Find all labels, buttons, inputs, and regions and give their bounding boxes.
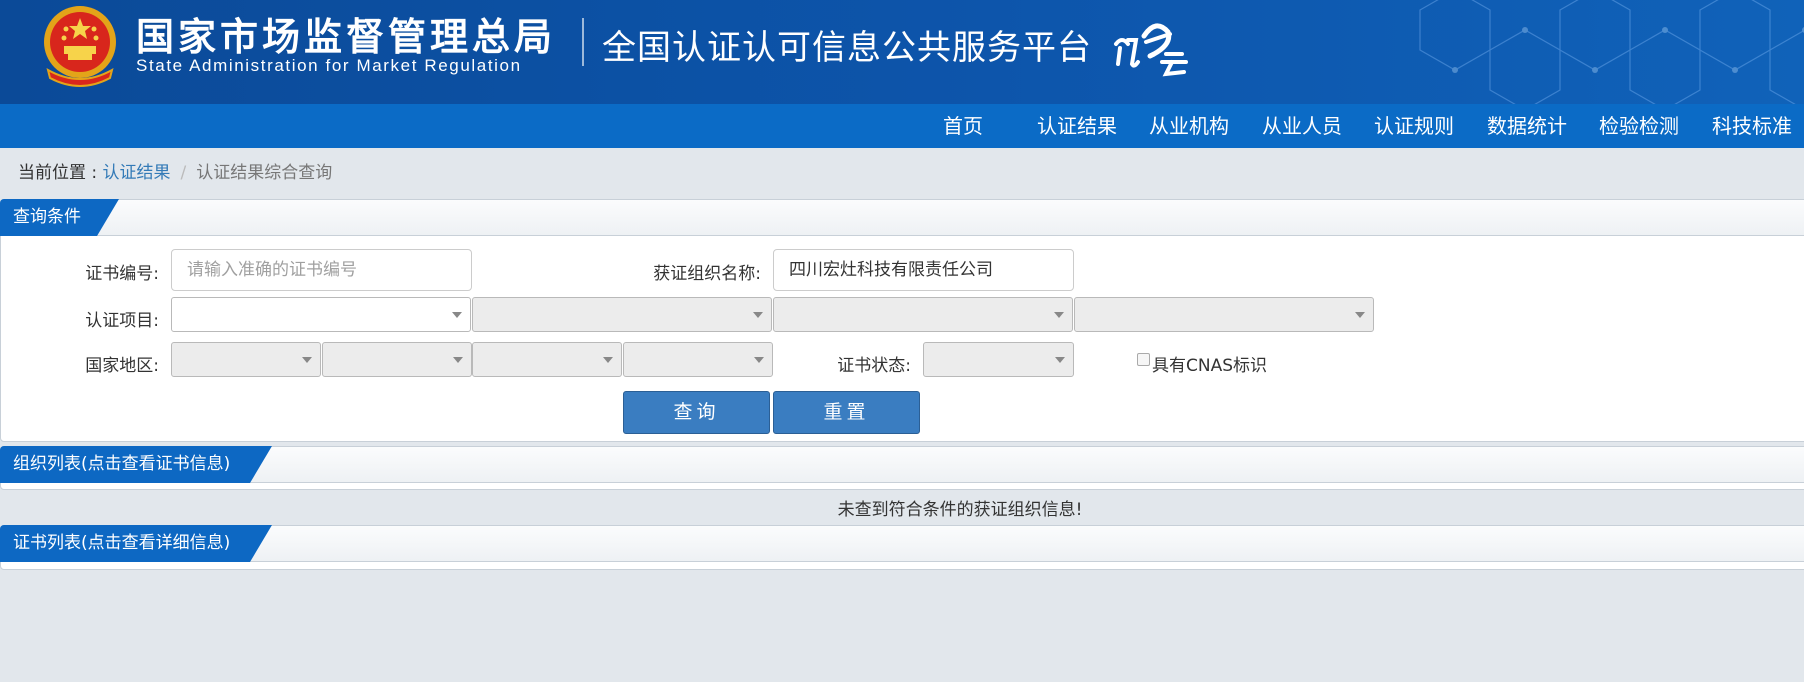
nav-item-standards[interactable]: 科技标准 <box>1712 104 1792 148</box>
hexagon-pattern <box>1419 0 1804 104</box>
query-panel-header: 查询条件 <box>0 199 1804 236</box>
nav-item-home[interactable]: 首页 <box>943 104 983 148</box>
org-list-panel-header: 组织列表(点击查看证书信息) <box>0 446 1804 483</box>
project-select-1[interactable] <box>171 297 471 332</box>
nav-item-cert-results[interactable]: 认证结果 <box>1037 104 1117 148</box>
breadcrumb-current: 认证结果综合查询 <box>196 163 333 183</box>
chevron-down-icon <box>1055 357 1065 363</box>
breadcrumb-link-cert-results[interactable]: 认证结果 <box>103 163 171 183</box>
nav-item-personnel[interactable]: 从业人员 <box>1262 104 1342 148</box>
query-panel: 查询条件 证书编号: 请输入准确的证书编号 获证组织名称: 四川宏灶科技有限责任… <box>0 199 1804 442</box>
chevron-down-icon <box>753 312 763 318</box>
project-select-2[interactable] <box>472 297 772 332</box>
org-name-en: State Administration for Market Regulati… <box>136 56 522 75</box>
breadcrumb-prefix: 当前位置 : <box>18 163 103 183</box>
nav-item-inspection[interactable]: 检验检测 <box>1599 104 1679 148</box>
region-select-4[interactable] <box>623 342 773 377</box>
chevron-down-icon <box>603 357 613 363</box>
region-select-1[interactable] <box>171 342 321 377</box>
national-emblem-logo <box>44 6 116 87</box>
chevron-down-icon <box>452 312 462 318</box>
chevron-down-icon <box>1054 312 1064 318</box>
region-label: 国家地区: <box>85 356 159 376</box>
org-name-cn: 国家市场监督管理总局 <box>136 15 557 59</box>
platform-title: 全国认证认可信息公共服务平台 <box>602 28 1092 68</box>
search-button[interactable]: 查询 <box>623 391 770 434</box>
breadcrumb-separator: / <box>180 163 187 183</box>
org-list-panel: 组织列表(点击查看证书信息) <box>0 446 1804 490</box>
nav-item-statistics[interactable]: 数据统计 <box>1487 104 1567 148</box>
header-divider <box>582 18 584 66</box>
chevron-down-icon <box>453 357 463 363</box>
main-nav: 首页 认证结果 从业机构 从业人员 认证规则 数据统计 检验检测 科技标准 <box>0 104 1804 148</box>
chevron-down-icon <box>1355 312 1365 318</box>
org-list-empty-message: 未查到符合条件的获证组织信息! <box>837 500 1083 520</box>
status-label: 证书状态: <box>837 356 911 376</box>
chevron-down-icon <box>754 357 764 363</box>
query-panel-title: 查询条件 <box>0 199 119 236</box>
cnas-checkbox[interactable] <box>1137 353 1150 366</box>
chevron-down-icon <box>302 357 312 363</box>
cert-list-panel-header: 证书列表(点击查看详细信息) <box>0 525 1804 562</box>
project-select-4[interactable] <box>1074 297 1374 332</box>
cert-list-panel-title: 证书列表(点击查看详细信息) <box>0 525 272 562</box>
nav-item-institutions[interactable]: 从业机构 <box>1149 104 1229 148</box>
renyun-logo <box>1114 23 1188 77</box>
cert-no-label: 证书编号: <box>85 264 159 284</box>
nav-item-cert-rules[interactable]: 认证规则 <box>1374 104 1454 148</box>
org-list-panel-title: 组织列表(点击查看证书信息) <box>0 446 272 483</box>
site-header: 国家市场监督管理总局 State Administration for Mark… <box>0 0 1804 104</box>
cert-no-input[interactable]: 请输入准确的证书编号 <box>171 249 472 291</box>
project-label: 认证项目: <box>85 311 159 331</box>
region-select-3[interactable] <box>472 342 622 377</box>
status-select[interactable] <box>923 342 1074 377</box>
cnas-label: 具有CNAS标识 <box>1152 356 1268 376</box>
org-name-label: 获证组织名称: <box>653 264 761 284</box>
org-name-input[interactable]: 四川宏灶科技有限责任公司 <box>773 249 1074 291</box>
region-select-2[interactable] <box>322 342 472 377</box>
cert-list-panel: 证书列表(点击查看详细信息) <box>0 525 1804 570</box>
project-select-3[interactable] <box>773 297 1073 332</box>
breadcrumb: 当前位置 : 认证结果 / 认证结果综合查询 <box>18 158 332 183</box>
reset-button[interactable]: 重置 <box>773 391 920 434</box>
